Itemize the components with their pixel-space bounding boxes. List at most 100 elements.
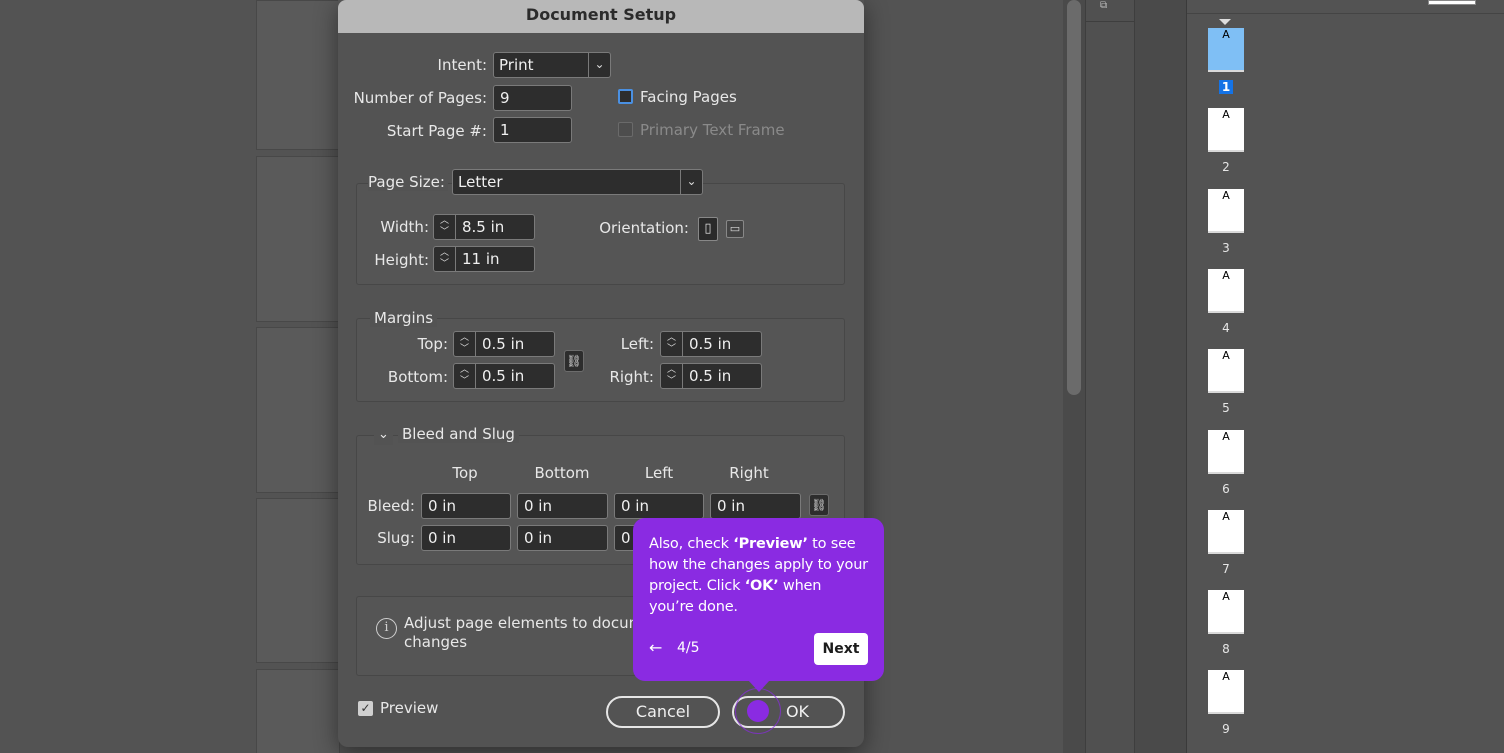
intent-label: Intent: (437, 56, 487, 74)
adjust-page-elements-label-line2: changes (404, 633, 468, 651)
canvas-page (256, 669, 340, 753)
height-label: Height: (374, 251, 429, 269)
slug-bottom-input[interactable]: 0 in (517, 525, 608, 551)
start-page-label: Start Page #: (386, 122, 487, 140)
stepper-arrows-icon[interactable]: ︿ ﹀ (661, 364, 683, 388)
stepper-arrows-icon[interactable]: ︿ ﹀ (454, 364, 476, 388)
margin-right-label: Right: (609, 368, 654, 386)
tooltip-text: Also, check ‘Preview’ to see how the cha… (649, 536, 868, 615)
page-thumbnail[interactable]: A (1208, 670, 1244, 715)
margin-right-stepper[interactable]: ︿ ﹀ 0.5 in (660, 363, 762, 389)
page-number: 7 (1222, 561, 1230, 576)
master-spread-thumbnail[interactable] (1428, 0, 1476, 5)
stepper-arrows-icon[interactable]: ︿ ﹀ (434, 247, 456, 271)
stepper-arrows-icon[interactable]: ︿ ﹀ (454, 332, 476, 356)
primary-text-frame-label: Primary Text Frame (640, 121, 785, 139)
canvas-page (256, 327, 340, 493)
margin-top-stepper[interactable]: ︿ ﹀ 0.5 in (453, 331, 555, 357)
intent-value: Print (499, 56, 534, 74)
cancel-button[interactable]: Cancel (606, 696, 720, 728)
page-size-label: Page Size: (368, 173, 448, 191)
number-of-pages-label: Number of Pages: (353, 89, 487, 107)
tooltip-step-counter: 4/5 (677, 640, 700, 656)
scrollbar-thumb[interactable] (1067, 0, 1081, 395)
page-thumbnail[interactable]: A (1208, 108, 1244, 153)
stepper-arrows-icon[interactable]: ︿ ﹀ (434, 215, 456, 239)
chevron-down-icon[interactable]: ⌄ (374, 425, 393, 445)
page-number: 1 (1218, 80, 1234, 94)
primary-text-frame-checkbox[interactable] (618, 122, 633, 137)
page-thumbnail-item[interactable]: A9 (1208, 670, 1244, 737)
page-thumbnail-item[interactable]: A5 (1208, 349, 1244, 416)
start-page-input[interactable]: 1 (493, 117, 572, 143)
slug-top-input[interactable]: 0 in (421, 525, 511, 551)
number-of-pages-input[interactable]: 9 (493, 85, 572, 111)
back-arrow-icon[interactable]: ← (649, 638, 662, 657)
column-bottom-header: Bottom (534, 464, 590, 482)
canvas-page (256, 498, 340, 663)
link-margins-icon[interactable]: ⛓ (564, 350, 584, 372)
page-number: 4 (1222, 320, 1230, 335)
portrait-orientation-icon[interactable]: ▯ (698, 217, 718, 241)
page-thumbnail-item[interactable]: A6 (1208, 429, 1244, 497)
panel-icon-strip: ⧉ (1085, 0, 1136, 753)
margin-left-value: 0.5 in (689, 335, 732, 353)
landscape-orientation-icon[interactable]: ▭ (726, 220, 744, 238)
page-number: 3 (1222, 240, 1230, 255)
onboarding-tooltip: Also, check ‘Preview’ to see how the cha… (633, 518, 884, 681)
bleed-left-input[interactable]: 0 in (614, 493, 704, 519)
facing-pages-checkbox[interactable] (618, 89, 633, 104)
column-top-header: Top (452, 464, 478, 482)
page-number: 8 (1222, 642, 1230, 657)
panel-divider (1135, 0, 1187, 753)
margin-left-label: Left: (620, 335, 654, 353)
margin-bottom-value: 0.5 in (482, 367, 525, 385)
adjust-page-elements-label: Adjust page elements to docum (404, 614, 644, 632)
width-stepper[interactable]: ︿ ﹀ 8.5 in (433, 214, 535, 240)
canvas-page-column (256, 0, 340, 753)
height-stepper[interactable]: ︿ ﹀ 11 in (433, 246, 535, 272)
page-thumbnail[interactable]: A (1208, 429, 1244, 474)
page-size-select[interactable]: Letter ⌄ (452, 169, 703, 195)
intent-select[interactable]: Print ⌄ (493, 52, 611, 78)
stepper-arrows-icon[interactable]: ︿ ﹀ (661, 332, 683, 356)
page-tool-icon[interactable]: ⧉ (1100, 0, 1107, 11)
margins-label: Margins (370, 309, 438, 327)
bleed-right-input[interactable]: 0 in (710, 493, 801, 519)
page-thumbnail[interactable]: A (1208, 590, 1244, 635)
bleed-bottom-input[interactable]: 0 in (517, 493, 608, 519)
hotspot-dot[interactable] (747, 700, 769, 722)
bleed-and-slug-label[interactable]: Bleed and Slug (398, 425, 519, 443)
page-thumbnail-item[interactable]: A3 (1208, 188, 1244, 256)
link-bleed-icon[interactable]: ⛓ (809, 494, 829, 516)
info-icon: i (376, 618, 397, 639)
margin-left-stepper[interactable]: ︿ ﹀ 0.5 in (660, 331, 762, 357)
vertical-scrollbar[interactable] (1063, 0, 1085, 753)
width-value: 8.5 in (462, 218, 505, 236)
page-thumbnail-item[interactable]: A8 (1208, 590, 1244, 657)
page-number: 6 (1222, 481, 1230, 496)
slug-label: Slug: (377, 529, 415, 547)
facing-pages-label: Facing Pages (640, 88, 737, 106)
page-thumbnail[interactable]: A (1208, 268, 1244, 313)
dialog-title: Document Setup (338, 0, 864, 33)
page-thumbnail-item[interactable]: A7 (1208, 509, 1244, 577)
margin-right-value: 0.5 in (689, 367, 732, 385)
preview-checkbox[interactable]: ✓ (358, 701, 373, 716)
next-button[interactable]: Next (814, 633, 868, 665)
bleed-top-input[interactable]: 0 in (421, 493, 511, 519)
width-label: Width: (380, 218, 429, 236)
margin-bottom-stepper[interactable]: ︿ ﹀ 0.5 in (453, 363, 555, 389)
page-thumbnail-item[interactable]: A1 (1208, 28, 1244, 95)
page-thumbnail[interactable]: A (1208, 509, 1244, 554)
page-number: 5 (1222, 401, 1230, 416)
margin-bottom-label: Bottom: (387, 368, 448, 386)
page-thumbnail[interactable]: A (1208, 28, 1244, 72)
margin-top-value: 0.5 in (482, 335, 525, 353)
panel-strip-header: ⧉ (1086, 0, 1136, 22)
page-thumbnail[interactable]: A (1208, 349, 1244, 394)
page-thumbnail-item[interactable]: A4 (1208, 268, 1244, 336)
page-thumbnail-item[interactable]: A2 (1208, 108, 1244, 175)
page-size-value: Letter (458, 173, 503, 191)
page-thumbnail[interactable]: A (1208, 188, 1244, 233)
